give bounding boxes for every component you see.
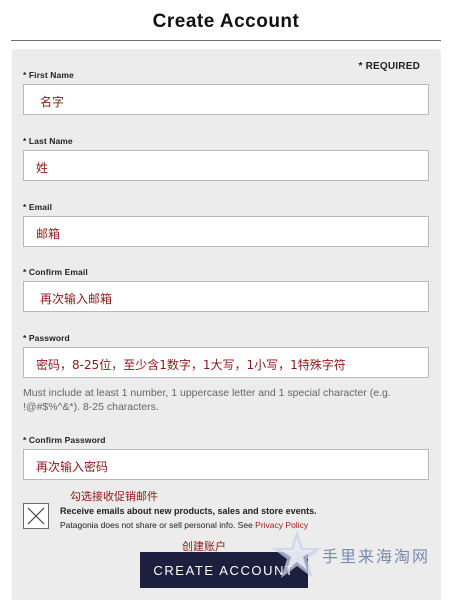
create-account-page: Create Account * REQUIRED * First Name 名… bbox=[0, 0, 452, 600]
watermark-star-icon bbox=[272, 530, 322, 578]
checkbox-x-icon bbox=[27, 507, 45, 525]
watermark: 手里来海淘网 bbox=[268, 526, 452, 584]
password-help-text: Must include at least 1 number, 1 upperc… bbox=[23, 387, 391, 413]
email-opt-in-label: Receive emails about new products, sales… bbox=[60, 506, 317, 516]
confirm-email-field[interactable]: 再次输入邮箱 bbox=[23, 281, 429, 312]
checkbox-annotation: 勾选接收促销邮件 bbox=[70, 490, 158, 503]
email-label: * Email bbox=[23, 202, 53, 212]
title-divider bbox=[11, 40, 441, 41]
password-value: 密码，8-25位，至少含1数字，1大写，1小写，1特殊字符 bbox=[36, 358, 346, 372]
confirm-email-value: 再次输入邮箱 bbox=[40, 292, 113, 306]
password-field[interactable]: 密码，8-25位，至少含1数字，1大写，1小写，1特殊字符 bbox=[23, 347, 429, 378]
required-note: * REQUIRED bbox=[358, 61, 420, 72]
confirm-password-label: * Confirm Password bbox=[23, 435, 106, 445]
first-name-label: * First Name bbox=[23, 70, 74, 80]
first-name-value: 名字 bbox=[40, 95, 65, 109]
first-name-field[interactable]: 名字 bbox=[23, 84, 429, 115]
email-opt-in-checkbox[interactable] bbox=[23, 503, 49, 529]
account-form-panel bbox=[12, 49, 441, 600]
last-name-value: 姓 bbox=[36, 161, 49, 175]
privacy-notice-text: Patagonia does not share or sell persona… bbox=[60, 520, 253, 530]
confirm-password-value: 再次输入密码 bbox=[36, 460, 109, 474]
page-title: Create Account bbox=[152, 11, 300, 32]
watermark-text: 手里来海淘网 bbox=[322, 547, 431, 566]
email-field[interactable]: 邮箱 bbox=[23, 216, 429, 247]
last-name-label: * Last Name bbox=[23, 136, 73, 146]
last-name-field[interactable]: 姓 bbox=[23, 150, 429, 181]
password-label: * Password bbox=[23, 333, 70, 343]
email-value: 邮箱 bbox=[36, 227, 61, 241]
confirm-email-label: * Confirm Email bbox=[23, 267, 88, 277]
confirm-password-field[interactable]: 再次输入密码 bbox=[23, 449, 429, 480]
